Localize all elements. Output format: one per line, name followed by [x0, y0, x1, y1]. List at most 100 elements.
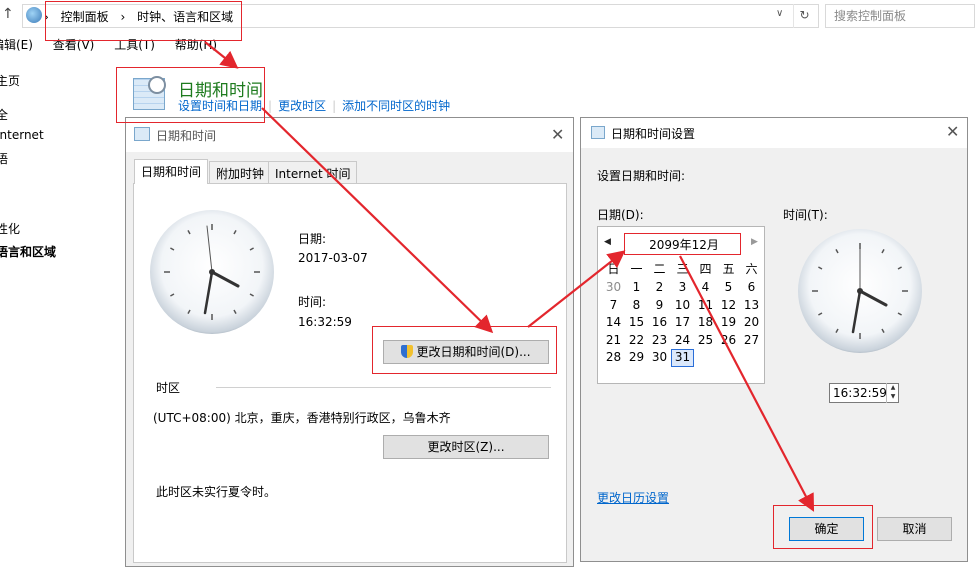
nav-item-clock-region[interactable]: 语言和区域 — [0, 243, 56, 260]
tab-datetime[interactable]: 日期和时间 — [134, 159, 209, 184]
calendar-day[interactable]: 28 — [602, 349, 625, 367]
time-value: 16:32:59 — [298, 315, 352, 329]
calendar-day[interactable]: 18 — [694, 314, 717, 332]
calendar-day[interactable]: 21 — [602, 332, 625, 350]
calendar-day[interactable]: 20 — [740, 314, 763, 332]
search-box — [825, 4, 975, 28]
refresh-button[interactable]: ↻ — [793, 4, 815, 28]
chevron-down-icon[interactable]: ∨ — [776, 8, 783, 19]
spin-down-icon[interactable]: ▼ — [887, 392, 899, 402]
calendar-day[interactable]: 16 — [648, 314, 671, 332]
calendar-week-row: 21 22 23 24 25 26 27 — [602, 332, 763, 350]
dialog-titlebar: 日期和时间设置 ✕ — [581, 118, 967, 148]
calendar-settings-link[interactable]: 更改日历设置 — [597, 489, 669, 506]
dialog-title: 日期和时间 — [156, 129, 217, 143]
calendar-day — [717, 349, 740, 367]
calendar-day[interactable]: 27 — [740, 332, 763, 350]
calendar-day[interactable]: 11 — [694, 297, 717, 315]
calendar-grid: 30 1 2 3 4 5 6 7 8 9 10 11 12 13 14 15 16 17 18 19 20 21 22 23 2… — [602, 279, 763, 367]
date-value: 2017-03-07 — [298, 251, 368, 265]
nav-item-security[interactable]: 全 — [0, 106, 8, 123]
nav-item-sound[interactable]: 语 — [0, 150, 8, 167]
calendar-day — [740, 349, 763, 367]
calendar-day[interactable]: 14 — [602, 314, 625, 332]
calendar-day — [694, 349, 717, 367]
spinner-buttons: ▲ ▼ — [886, 383, 899, 403]
weekday-label: 一 — [630, 262, 643, 276]
up-arrow-icon[interactable]: ↑ — [2, 6, 14, 22]
calendar-day[interactable]: 24 — [671, 332, 694, 350]
annotation-box — [45, 1, 242, 41]
divider — [216, 387, 551, 388]
weekday-label: 五 — [722, 262, 735, 276]
calendar-day[interactable]: 1 — [625, 279, 648, 297]
weekday-label: 二 — [653, 262, 666, 276]
analog-clock — [798, 229, 922, 353]
calendar-day[interactable]: 19 — [717, 314, 740, 332]
annotation-box — [773, 505, 873, 549]
calendar-day[interactable]: 30 — [602, 279, 625, 297]
close-icon[interactable]: ✕ — [946, 122, 959, 141]
nav-item-internet[interactable]: Internet — [0, 128, 44, 142]
control-panel-icon — [26, 7, 42, 23]
weekday-label: 日 — [607, 262, 620, 276]
calendar-icon — [591, 126, 605, 139]
calendar-day[interactable]: 12 — [717, 297, 740, 315]
dialog-title: 日期和时间设置 — [611, 127, 696, 141]
tab-internet-time[interactable]: Internet 时间 — [268, 161, 358, 183]
calendar-day[interactable]: 29 — [625, 349, 648, 367]
calendar-day[interactable]: 5 — [717, 279, 740, 297]
calendar-day[interactable]: 30 — [648, 349, 671, 367]
calendar-day[interactable]: 31 — [671, 349, 694, 367]
date-label: 日期(D): — [597, 208, 644, 222]
dialog-titlebar: 日期和时间 ✕ — [126, 118, 573, 152]
timezone-heading: 时区 — [156, 381, 181, 395]
date-label: 日期: — [298, 232, 327, 246]
calendar-day[interactable]: 23 — [648, 332, 671, 350]
nav-home[interactable]: 主页 — [0, 72, 20, 89]
nav-item-personalization[interactable]: 性化 — [0, 220, 20, 237]
annotation-box — [116, 67, 265, 123]
change-timezone-button[interactable]: 更改时区(Z)... — [383, 435, 549, 459]
calendar-day[interactable]: 13 — [740, 297, 763, 315]
datetime-settings-dialog: 日期和时间设置 ✕ 设置日期和时间: 日期(D): 时间(T): ◀ 2099年… — [580, 117, 968, 562]
cancel-button[interactable]: 取消 — [877, 517, 952, 541]
calendar-week-row: 28 29 30 31 — [602, 349, 763, 367]
calendar-day[interactable]: 10 — [671, 297, 694, 315]
close-icon[interactable]: ✕ — [551, 125, 564, 144]
weekday-label: 四 — [699, 262, 712, 276]
chevron-left-icon[interactable]: ◀ — [604, 237, 611, 247]
calendar-day[interactable]: 6 — [740, 279, 763, 297]
calendar-week-row: 14 15 16 17 18 19 20 — [602, 314, 763, 332]
weekday-label: 三 — [676, 262, 689, 276]
analog-clock — [150, 210, 274, 334]
menu-edit[interactable]: 编辑(E) — [0, 36, 33, 53]
calendar-day[interactable]: 2 — [648, 279, 671, 297]
calendar-day[interactable]: 17 — [671, 314, 694, 332]
add-clocks-link[interactable]: 添加不同时区的时钟 — [342, 99, 450, 113]
calendar-day[interactable]: 22 — [625, 332, 648, 350]
calendar-day[interactable]: 8 — [625, 297, 648, 315]
calendar-day[interactable]: 4 — [694, 279, 717, 297]
calendar-week-row: 7 8 9 10 11 12 13 — [602, 297, 763, 315]
calendar-day[interactable]: 3 — [671, 279, 694, 297]
chevron-right-icon[interactable]: ▶ — [751, 237, 758, 247]
settings-heading: 设置日期和时间: — [597, 169, 686, 183]
change-timezone-link[interactable]: 更改时区 — [278, 99, 326, 113]
search-input[interactable] — [834, 6, 974, 26]
annotation-box — [624, 233, 741, 255]
annotation-box — [372, 326, 557, 374]
calendar-day[interactable]: 15 — [625, 314, 648, 332]
time-label: 时间: — [298, 295, 327, 309]
clock-face — [812, 243, 908, 339]
timezone-value: (UTC+08:00) 北京，重庆，香港特别行政区，乌鲁木齐 — [153, 411, 451, 425]
time-label: 时间(T): — [783, 208, 828, 222]
calendar-icon — [134, 127, 150, 141]
clock-face — [164, 224, 260, 320]
calendar-day[interactable]: 9 — [648, 297, 671, 315]
calendar-day[interactable]: 7 — [602, 297, 625, 315]
calendar-day[interactable]: 26 — [717, 332, 740, 350]
tab-additional-clocks[interactable]: 附加时钟 — [209, 161, 272, 183]
calendar-day[interactable]: 25 — [694, 332, 717, 350]
weekday-label: 六 — [745, 262, 758, 276]
